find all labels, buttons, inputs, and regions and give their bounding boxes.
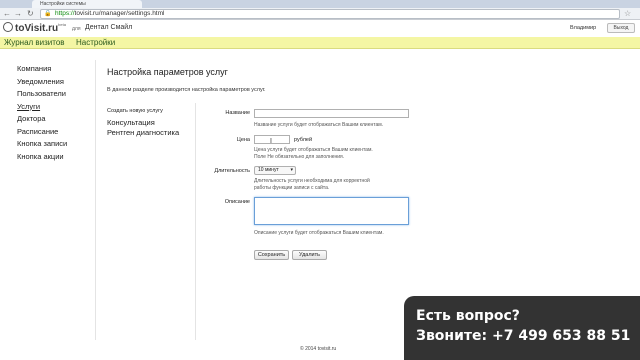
url-path: tovisit.ru/manager/settings.html [74, 10, 165, 17]
sidebar-divider [95, 60, 96, 340]
duration-label: Длительность [214, 168, 250, 174]
description-label: Описание [224, 199, 250, 205]
sidebar-item-booking-button[interactable]: Кнопка записи [17, 138, 92, 151]
back-icon[interactable]: ← [3, 8, 11, 20]
duration-value: 10 минут [258, 167, 279, 173]
price-label: Цена [236, 137, 250, 143]
chevron-down-icon: ▾ [290, 167, 293, 173]
duration-hint: работы функции записи с сайта. [254, 185, 330, 191]
description-hint: Описание услуги будет отображаться Вашим… [254, 230, 384, 236]
browser-tab[interactable]: Настройки системы [32, 0, 142, 8]
main-nav: Журнал визитов Настройки [0, 37, 640, 49]
promo-question: Есть вопрос? [416, 308, 520, 324]
description-textarea[interactable] [254, 197, 409, 225]
delete-button[interactable]: Удалить [292, 250, 327, 260]
address-bar[interactable]: 🔒 https://tovisit.ru/manager/settings.ht… [40, 9, 620, 19]
sidebar-item-company[interactable]: Компания [17, 63, 92, 76]
browser-tab-title: Настройки системы [40, 1, 86, 7]
sidebar-item-services[interactable]: Услуги [17, 101, 92, 114]
name-input[interactable] [254, 109, 409, 118]
lock-icon: 🔒 [44, 11, 52, 17]
nav-journal[interactable]: Журнал визитов [4, 38, 65, 47]
service-item[interactable]: Рентген диагностика [107, 128, 179, 137]
price-hint: Цена услуги будет отображаться Вашим кли… [254, 147, 373, 153]
logo-text: toVisit.ru [15, 23, 59, 34]
page-description: В данном разделе производится настройка … [107, 87, 266, 93]
logo-badge: beta [58, 22, 66, 27]
reload-icon[interactable]: ↻ [27, 8, 34, 20]
price-input[interactable] [254, 135, 290, 144]
user-name[interactable]: Владимир [570, 25, 596, 31]
url-scheme: https:// [55, 10, 75, 17]
clinic-name: Дентал Смайл [85, 24, 133, 31]
footer-copyright: © 2014 tovisit.ru [300, 346, 337, 352]
nav-settings[interactable]: Настройки [76, 38, 115, 47]
sidebar-item-users[interactable]: Пользователи [17, 88, 92, 101]
site-header: toVisit.rubeta для Дентал Смайл Владимир… [0, 21, 640, 36]
sidebar-item-promo-button[interactable]: Кнопка акции [17, 151, 92, 164]
content-divider [195, 103, 196, 340]
create-service-link[interactable]: Создать новую услугу [107, 108, 163, 114]
text-cursor-icon: I [270, 138, 272, 145]
name-hint: Название услуги будет отображаться Вашим… [254, 122, 384, 128]
clock-icon [3, 22, 13, 32]
name-label: Название [225, 110, 250, 116]
browser-toolbar: ← → ↻ 🔒 https://tovisit.ru/manager/setti… [0, 8, 640, 20]
settings-sidebar: Компания Уведомления Пользователи Услуги… [17, 63, 92, 163]
forward-icon[interactable]: → [14, 8, 22, 20]
bookmark-star-icon[interactable]: ☆ [624, 8, 631, 20]
page-title: Настройка параметров услуг [107, 67, 228, 77]
price-hint: Поле Не обязательно для заполнения. [254, 154, 345, 160]
duration-hint: Длительность услуги необходима для корре… [254, 178, 370, 184]
promo-phone: Звоните: +7 499 653 88 51 [416, 328, 631, 344]
promo-banner: Есть вопрос? Звоните: +7 499 653 88 51 [404, 296, 640, 360]
sidebar-item-schedule[interactable]: Расписание [17, 126, 92, 139]
logout-button[interactable]: Выход [607, 23, 635, 33]
browser-tab-bar: Настройки системы [0, 0, 640, 8]
duration-select[interactable]: 10 минут ▾ [254, 166, 296, 175]
for-label: для [72, 26, 81, 32]
save-button[interactable]: Сохранить [254, 250, 289, 260]
sidebar-item-doctors[interactable]: Доктора [17, 113, 92, 126]
logo[interactable]: toVisit.rubeta [3, 22, 66, 34]
price-unit: рублей [294, 137, 313, 143]
service-item[interactable]: Консультация [107, 118, 155, 127]
sidebar-item-notifications[interactable]: Уведомления [17, 76, 92, 89]
